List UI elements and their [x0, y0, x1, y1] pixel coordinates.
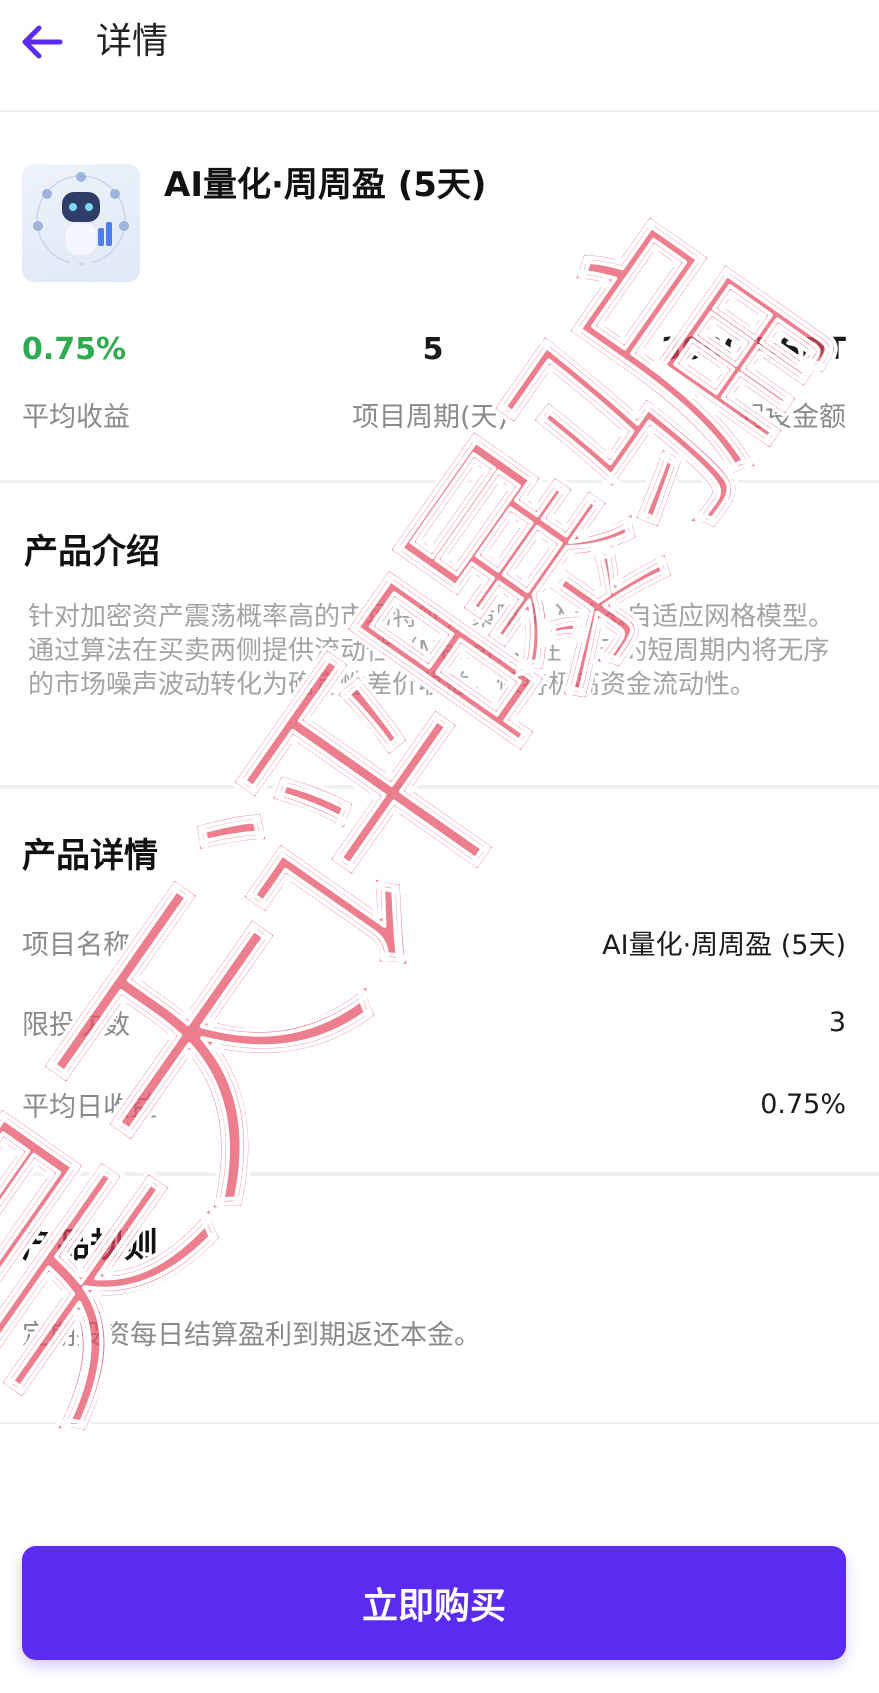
divider — [0, 785, 879, 789]
divider — [0, 1172, 879, 1176]
divider — [0, 480, 879, 483]
detail-value-investment-limit: 3 — [828, 1007, 846, 1038]
detail-label-daily-yield: 平均日收益 — [22, 1092, 157, 1123]
detail-value-project-name: AI量化·周周盈 (5天) — [602, 930, 846, 961]
top-bar: 详情 — [0, 0, 879, 112]
intro-description: 针对加密资产震荡概率高的市场特征，策略引入动态自适应网格模型。通过算法在买卖两侧… — [28, 602, 835, 700]
detail-label-investment-limit: 限投次数 — [22, 1010, 130, 1041]
page-title: 详情 — [96, 21, 169, 62]
rules-description: 定期投资每日结算盈利到期返还本金。 — [22, 1320, 481, 1351]
min-investment-value: 3000 USDT — [660, 332, 846, 367]
average-yield-label: 平均收益 — [22, 402, 130, 433]
intro-section-title: 产品介绍 — [24, 532, 160, 572]
detail-value-daily-yield: 0.75% — [760, 1089, 846, 1120]
product-image — [22, 164, 140, 282]
min-investment-label: 起投金额 — [738, 402, 846, 433]
average-yield-value: 0.75% — [22, 332, 127, 367]
arrow-left-icon[interactable] — [20, 22, 64, 62]
divider — [0, 1422, 879, 1424]
watermark-text: 昊天评曝骗 — [0, 179, 879, 1472]
project-period-value: 5 — [422, 332, 444, 367]
product-title: AI量化·周周盈 (5天) — [164, 165, 487, 205]
project-period-label: 项目周期(天) — [352, 402, 509, 433]
buy-now-button[interactable]: 立即购买 — [22, 1546, 846, 1660]
rules-section-title: 产品规则 — [22, 1226, 158, 1266]
details-section-title: 产品详情 — [22, 836, 158, 876]
detail-label-project-name: 项目名称 — [22, 930, 130, 961]
